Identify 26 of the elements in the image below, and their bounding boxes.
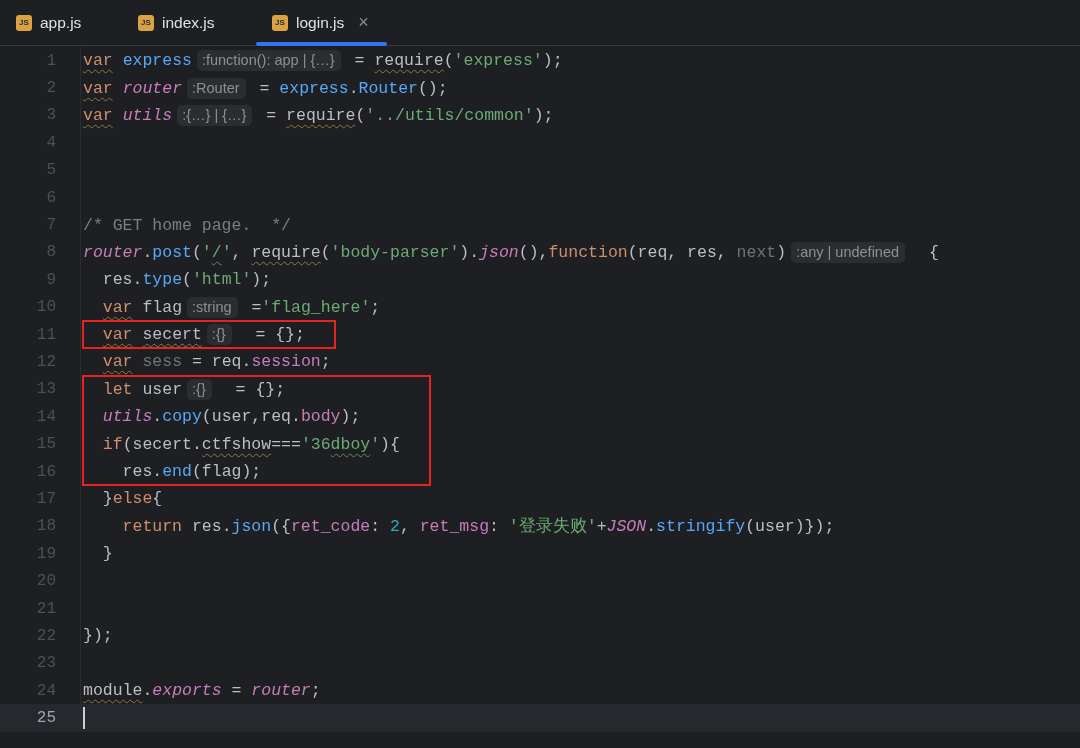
- code-line: module.exports = router;: [83, 681, 321, 701]
- close-icon[interactable]: ×: [358, 12, 369, 33]
- code-line: var utils :{…} | {…} = require('../utils/common');: [83, 105, 554, 125]
- code-line: utils.copy(user,req.body);: [101, 407, 361, 427]
- line-number: 25: [35, 709, 56, 728]
- code-line: }: [101, 544, 113, 564]
- code-line: var express :function(): app | {…} = require('express');: [83, 51, 563, 71]
- code-line: var sess = req.session;: [101, 352, 331, 372]
- code-line: return res.json({ret_code: 2, ret_msg: '登录失败'+JSON.stringify(user)});: [121, 516, 835, 538]
- code-line: var secert :{} = {};: [101, 325, 305, 345]
- code-line: if(secert.ctfshow==='36dboy'){: [101, 434, 400, 454]
- code-line: res.end(flag);: [121, 462, 262, 482]
- code-line: res.type('html');: [101, 270, 272, 290]
- file-tab[interactable]: JS app.js: [0, 0, 122, 45]
- code-line: let user :{} = {};: [101, 379, 286, 399]
- file-tab[interactable]: JS index.js: [122, 0, 256, 45]
- code-line: });: [83, 626, 113, 646]
- code-line: var router :Router = express.Router();: [83, 78, 448, 98]
- code-line: /* GET home page. */: [83, 215, 291, 235]
- file-tab[interactable]: JS login.js ×: [256, 0, 387, 45]
- js-file-icon: JS: [16, 14, 32, 31]
- code-line: var flag :string ='flag_here';: [101, 297, 381, 317]
- js-file-icon: JS: [138, 14, 154, 31]
- code-line: router.post('/', require('body-parser').json(),function(req, res, next) :any | undefined {: [83, 242, 939, 262]
- code-line: }else{: [101, 489, 163, 509]
- js-file-icon: JS: [272, 14, 288, 31]
